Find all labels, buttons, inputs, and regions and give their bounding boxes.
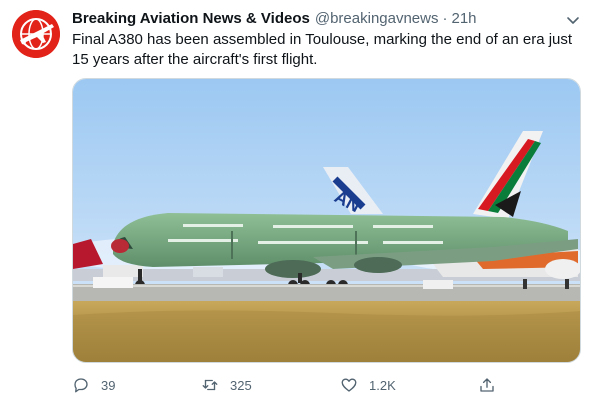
avatar[interactable] — [12, 10, 60, 58]
airplane-globe-logo-icon — [12, 10, 60, 58]
tweet-media-image[interactable]: AN — [72, 78, 581, 363]
reply-icon — [74, 378, 88, 393]
reply-button[interactable]: 39 — [72, 373, 115, 397]
tweet-header: Breaking Aviation News & Videos @breakin… — [72, 10, 552, 30]
chevron-down-icon — [567, 17, 579, 24]
tweet-timestamp[interactable]: 21h — [452, 10, 477, 27]
more-options-button[interactable] — [565, 12, 581, 28]
author-name[interactable]: Breaking Aviation News & Videos — [72, 10, 310, 27]
tweet[interactable]: Breaking Aviation News & Videos @breakin… — [0, 0, 594, 404]
share-icon — [480, 378, 494, 392]
retweet-icon — [202, 379, 218, 391]
aircraft-photo-icon: AN — [73, 79, 580, 362]
share-button[interactable] — [478, 373, 507, 397]
like-count: 1.2K — [369, 377, 396, 393]
author-handle[interactable]: @breakingavnews — [315, 10, 439, 27]
tweet-text: Final A380 has been assembled in Toulous… — [72, 31, 573, 68]
tweet-actions: 39 325 1.2K — [72, 373, 512, 397]
retweet-button[interactable]: 325 — [201, 373, 252, 397]
separator-dot: · — [442, 10, 448, 27]
like-button[interactable]: 1.2K — [340, 373, 396, 397]
retweet-count: 325 — [230, 377, 252, 393]
reply-count: 39 — [101, 377, 116, 393]
heart-icon — [341, 378, 357, 392]
